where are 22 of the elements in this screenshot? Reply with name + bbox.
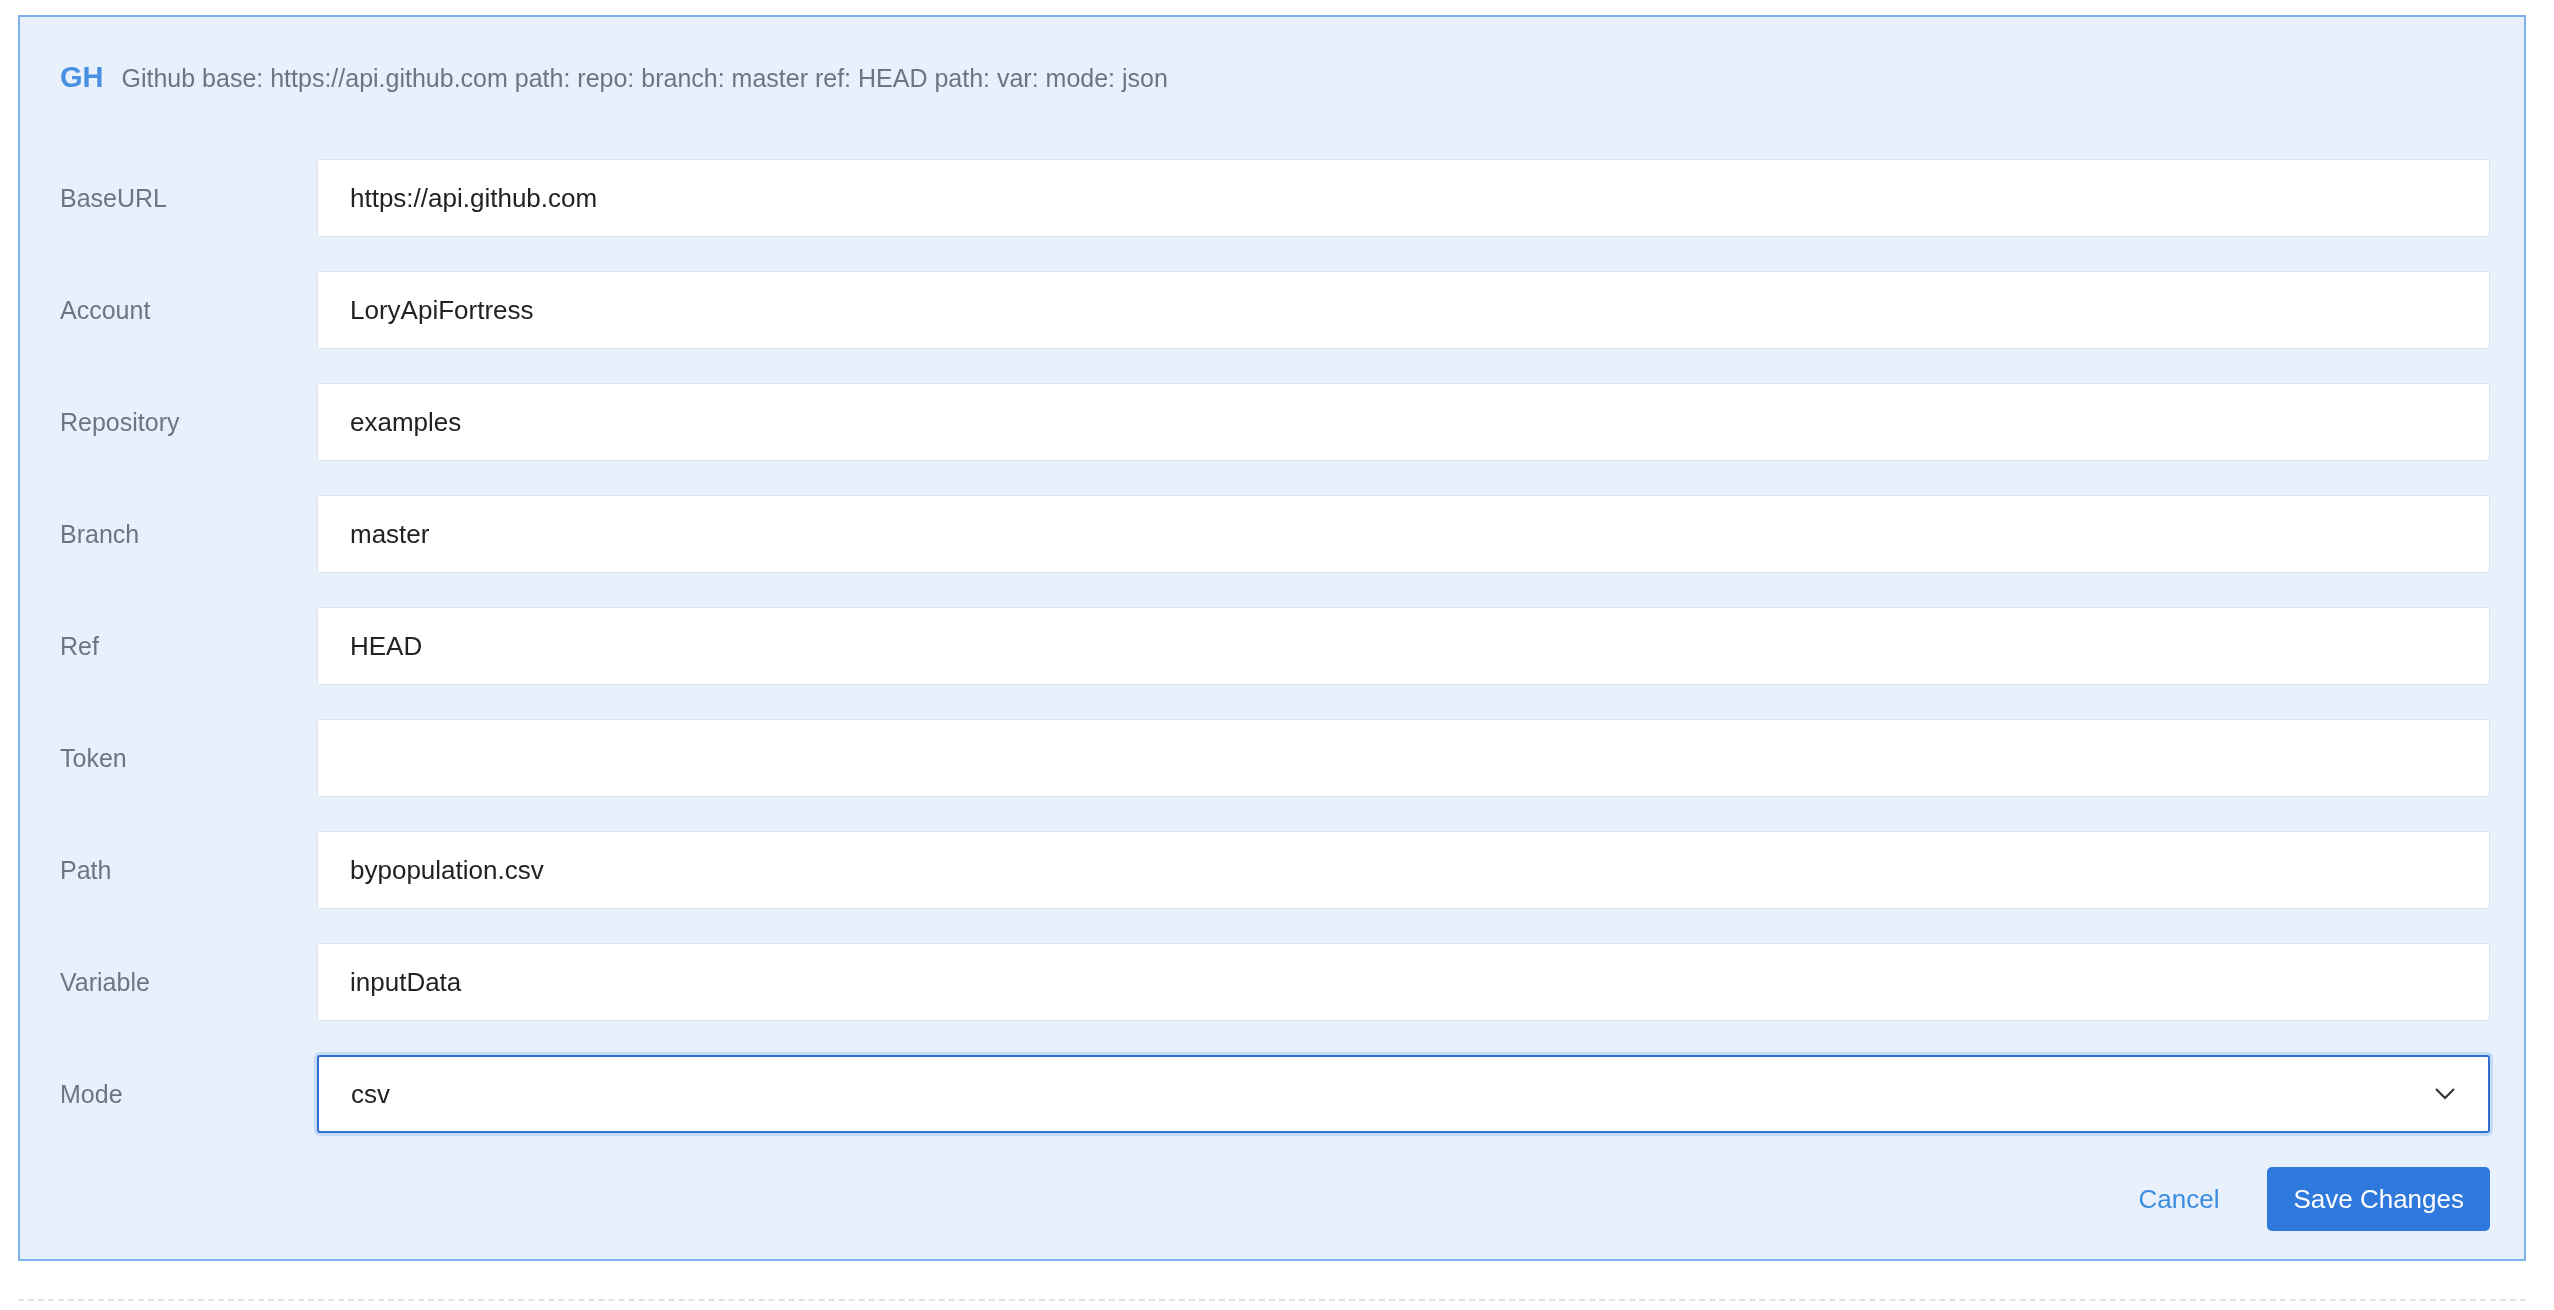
field-label: Account	[60, 295, 152, 325]
select-field[interactable]: csv	[317, 1055, 2490, 1133]
field-label: BaseURL	[60, 183, 168, 213]
field-label: Ref	[60, 631, 100, 661]
input-field[interactable]: bypopulation.csv	[317, 831, 2490, 909]
save-button[interactable]: Save Changes	[2267, 1167, 2490, 1231]
input-field[interactable]: https://api.github.com	[317, 159, 2490, 237]
input-field[interactable]: master	[317, 495, 2490, 573]
config-summary: Github base: https://api.github.com path: repo: branch: master ref: HEAD path: var: mode: json	[121, 64, 1168, 93]
field-label: Branch	[60, 519, 141, 549]
service-label: GH	[60, 61, 104, 94]
field-label: Mode	[60, 1079, 124, 1109]
field-label: Repository	[60, 407, 181, 437]
field-label: Path	[60, 855, 113, 885]
input-field[interactable]: LoryApiFortress	[317, 271, 2490, 349]
chevron-down-icon	[2434, 1087, 2456, 1101]
input-field[interactable]: inputData	[317, 943, 2490, 1021]
input-field[interactable]: HEAD	[317, 607, 2490, 685]
field-label: Token	[60, 743, 128, 773]
field-label: Variable	[60, 967, 151, 997]
input-field[interactable]: examples	[317, 383, 2490, 461]
input-field[interactable]	[317, 719, 2490, 797]
